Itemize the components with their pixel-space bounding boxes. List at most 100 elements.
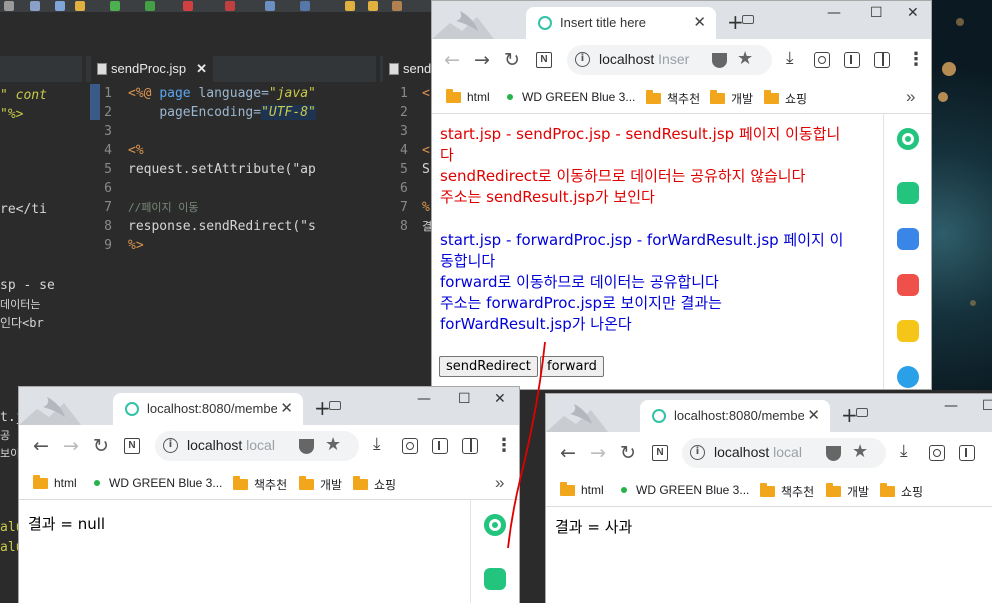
download-icon[interactable]: ⤓ [786,48,794,68]
n-extension-icon[interactable]: N [124,438,140,454]
camera-icon[interactable] [402,438,418,454]
bookmark-star-icon[interactable]: ★ [852,441,868,462]
bookmark-shopping[interactable]: 쇼핑 [764,90,807,107]
shield-icon[interactable] [299,439,314,454]
bookmark-star-icon[interactable]: ★ [737,48,753,69]
back-arrow-icon[interactable]: ← [33,435,49,457]
site-info-icon[interactable]: i [163,438,178,453]
close-icon[interactable]: ✕ [280,399,293,417]
bell-icon[interactable] [897,182,919,204]
minimize-button[interactable]: — [944,398,958,414]
toolbar-icon[interactable] [183,1,193,11]
reload-icon[interactable]: ↻ [93,435,109,457]
bookmark-star-icon[interactable]: ★ [325,434,341,455]
toolbar-icon[interactable] [75,1,85,11]
browser-window-left[interactable]: localhost:8080/member ✕ + — ☐ ✕ ← → ↻ N … [18,386,520,603]
bookmark-html[interactable]: html [560,481,604,497]
bookmark-html[interactable]: html [33,474,77,490]
toolbar-icon[interactable] [55,1,65,11]
forward-arrow-icon[interactable]: → [474,49,490,71]
green-circle-icon[interactable] [484,514,506,536]
bookmark-book[interactable]: 책추천 [646,90,700,107]
bookmark-book[interactable]: 책추천 [760,483,814,500]
toolbar-icon[interactable] [225,1,235,11]
browser-window-right[interactable]: localhost:8080/member ✕ + — ☐ ← → ↻ N i … [545,393,992,603]
right-editor[interactable]: send 1 2 3 4 5 6 7 8 < < S % 결 [380,56,438,390]
send-redirect-button[interactable]: sendRedirect [439,356,538,377]
bookmark-book[interactable]: 책추천 [233,476,287,493]
toolbar-icon[interactable] [265,1,275,11]
download-icon[interactable]: ⤓ [373,434,381,454]
bookmark-dev[interactable]: 개발 [710,90,753,107]
pocket-icon[interactable] [897,274,919,296]
minimize-button[interactable]: — [827,5,841,21]
forward-button[interactable]: forward [540,356,604,377]
left-editor[interactable]: " cont "%> re</ti sp - se 데이터는 인다<br [0,56,82,391]
briefcase-icon[interactable] [897,228,919,250]
browser-window-main[interactable]: Insert title here ✕ + — ☐ ✕ ← → ↻ N i lo… [431,0,932,390]
toolbar-icon[interactable] [4,1,14,11]
editor-tab-sendproc[interactable]: sendProc.jsp ✕ [91,56,214,82]
toolbar-icon[interactable] [300,1,310,11]
run-icon[interactable] [110,1,120,11]
window-close-button[interactable]: ✕ [494,391,506,407]
reload-icon[interactable]: ↻ [504,49,520,71]
toolbar-icon[interactable] [392,1,402,11]
bookmarks-more-button[interactable]: » [906,87,915,107]
bookmark-wd-green[interactable]: WD GREEN Blue 3... [618,483,749,497]
tab-search-icon[interactable] [856,408,868,417]
editor-tab-send[interactable]: send [383,56,438,82]
tab-search-icon[interactable] [329,401,341,410]
close-icon[interactable]: ✕ [807,406,820,424]
sidebar-icon[interactable] [874,52,890,68]
menu-icon[interactable]: ⋮ [907,49,925,70]
tab-insert-title[interactable]: Insert title here ✕ [526,7,716,39]
bookmark-wd-green[interactable]: WD GREEN Blue 3... [504,90,635,104]
reader-icon[interactable] [959,445,975,461]
folder-icon[interactable] [345,1,355,11]
star-icon[interactable] [897,320,919,342]
address-bar[interactable]: i localhost local ★ [682,438,886,468]
camera-icon[interactable] [929,445,945,461]
run-icon[interactable] [145,1,155,11]
bookmark-wd-green[interactable]: WD GREEN Blue 3... [91,476,222,490]
close-icon[interactable]: ✕ [196,56,207,82]
tab-localhost[interactable]: localhost:8080/member ✕ [113,393,303,425]
browser-titlebar[interactable]: localhost:8080/member ✕ + — ☐ [546,394,992,432]
bookmark-shopping[interactable]: 쇼핑 [353,476,396,493]
forward-arrow-icon[interactable]: → [590,442,606,464]
n-extension-icon[interactable]: N [536,52,552,68]
address-bar[interactable]: i localhost local ★ [155,431,359,461]
close-icon[interactable]: ✕ [693,13,706,31]
toolbar-icon[interactable] [30,1,40,11]
shield-icon[interactable] [712,53,727,68]
site-info-icon[interactable]: i [575,52,590,67]
n-extension-icon[interactable]: N [652,445,668,461]
menu-icon[interactable]: ⋮ [495,435,513,456]
folder-icon[interactable] [368,1,378,11]
window-close-button[interactable]: ✕ [907,5,919,21]
edge-icon[interactable] [897,366,919,388]
bookmarks-more-button[interactable]: » [495,473,504,493]
back-arrow-icon[interactable]: ← [444,49,460,71]
browser-titlebar[interactable]: Insert title here ✕ + — ☐ ✕ [432,1,931,39]
bell-icon[interactable] [484,568,506,590]
shield-icon[interactable] [826,446,841,461]
reader-icon[interactable] [844,52,860,68]
green-circle-icon[interactable] [897,128,919,150]
bookmark-dev[interactable]: 개발 [299,476,342,493]
camera-icon[interactable] [814,52,830,68]
bookmark-dev[interactable]: 개발 [826,483,869,500]
maximize-button[interactable]: ☐ [982,398,992,414]
sidebar-icon[interactable] [462,438,478,454]
tab-localhost[interactable]: localhost:8080/member ✕ [640,400,830,432]
download-icon[interactable]: ⤓ [900,441,908,461]
bookmark-shopping[interactable]: 쇼핑 [880,483,923,500]
reader-icon[interactable] [432,438,448,454]
sendproc-editor[interactable]: sendProc.jsp ✕ 1 2 3 4 5 6 7 8 9 <%@ pag… [86,56,376,390]
reload-icon[interactable]: ↻ [620,442,636,464]
minimize-button[interactable]: — [417,391,431,407]
back-arrow-icon[interactable]: ← [560,442,576,464]
browser-titlebar[interactable]: localhost:8080/member ✕ + — ☐ ✕ [19,387,519,425]
tab-search-icon[interactable] [742,15,754,24]
